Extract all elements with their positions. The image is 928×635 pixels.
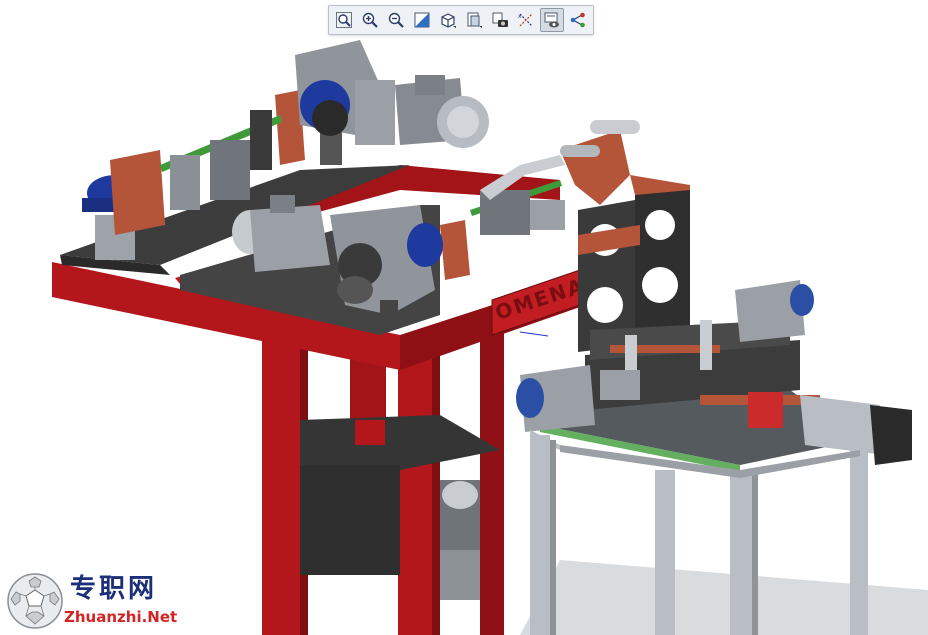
capture-button[interactable] xyxy=(488,8,512,32)
view-selection-icon xyxy=(544,12,559,28)
view-selection-button[interactable] xyxy=(540,8,564,32)
zoom-window-button[interactable] xyxy=(410,8,434,32)
section-icon: x xyxy=(518,13,533,27)
svg-text:x: x xyxy=(518,13,522,20)
cad-viewport[interactable]: OMENA x 专职网 Zhuanzhi.Net xyxy=(0,0,928,635)
watermark: 专职网 Zhuanzhi.Net xyxy=(6,570,182,632)
lower-housing[interactable] xyxy=(300,415,500,600)
view-toolbar: x xyxy=(328,5,594,35)
zoom-out-icon xyxy=(388,12,404,28)
soccer-ball-logo-icon xyxy=(7,573,63,629)
watermark-url: Zhuanzhi.Net xyxy=(64,608,178,626)
zoom-fit-button[interactable] xyxy=(332,8,356,32)
zoom-in-icon xyxy=(362,12,378,28)
gear-motor-upper[interactable] xyxy=(295,40,489,148)
cube-view-icon xyxy=(441,13,456,28)
view-orientation-button[interactable] xyxy=(436,8,460,32)
zoom-fit-icon xyxy=(336,12,352,28)
watermark-logo-text: 专职网 xyxy=(70,574,158,604)
zoom-out-button[interactable] xyxy=(384,8,408,32)
zoom-in-button[interactable] xyxy=(358,8,382,32)
cad-model-scene[interactable]: OMENA xyxy=(0,0,928,635)
explode-button[interactable] xyxy=(566,8,590,32)
camera-icon xyxy=(492,12,508,27)
explode-icon xyxy=(570,12,585,28)
display-style-icon xyxy=(467,12,482,28)
section-button[interactable]: x xyxy=(514,8,538,32)
zoom-window-icon xyxy=(414,12,430,28)
display-style-button[interactable] xyxy=(462,8,486,32)
